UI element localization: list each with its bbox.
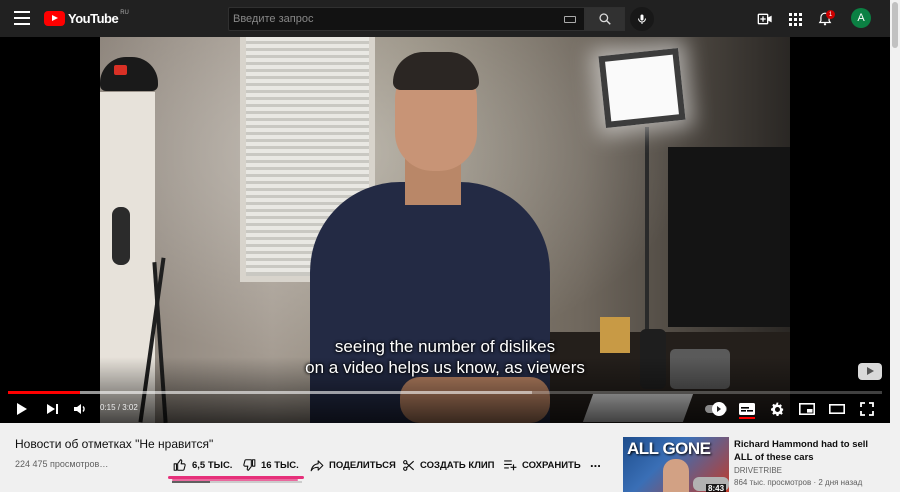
search-button[interactable] <box>585 7 625 31</box>
autoplay-knob[interactable] <box>712 402 726 416</box>
studio-mic-image <box>112 207 130 265</box>
caption-line-1: seeing the number of dislikes <box>334 337 556 356</box>
youtube-play-icon <box>44 11 65 26</box>
miniplayer-icon[interactable] <box>798 400 816 418</box>
recommendation-channel[interactable]: DRIVETRIBE <box>734 466 782 475</box>
keyboard-icon[interactable] <box>564 16 576 23</box>
theater-mode-icon[interactable] <box>828 400 846 418</box>
time-display: 0:15 / 3:02 <box>100 403 138 412</box>
sentiment-bar <box>172 481 302 483</box>
scrollbar-thumb[interactable] <box>892 2 898 48</box>
avatar[interactable]: A <box>851 8 871 28</box>
like-button[interactable]: 6,5 ТЫС. <box>173 456 232 474</box>
cap-logo-icon <box>114 65 127 75</box>
clip-button[interactable]: СОЗДАТЬ КЛИП <box>402 456 495 474</box>
mic-icon <box>638 14 646 24</box>
dislike-button[interactable]: 16 ТЫС. <box>242 456 299 474</box>
recommendation-duration: 8:43 <box>706 484 727 492</box>
search-input[interactable] <box>233 13 553 25</box>
annotation-underline-stroke <box>172 479 298 481</box>
thumbs-up-icon <box>173 459 186 471</box>
view-count[interactable]: 224 475 просмотров… <box>15 459 108 469</box>
more-actions-button[interactable]: ... <box>590 453 601 471</box>
share-label: ПОДЕЛИТЬСЯ <box>329 459 396 471</box>
recommendation-title[interactable]: Richard Hammond had to sell ALL of these… <box>734 438 874 464</box>
scissors-icon <box>403 459 415 471</box>
video-title: Новости об отметках "Не нравится" <box>15 437 214 451</box>
apps-grid-icon[interactable] <box>786 10 804 28</box>
recommendation-meta: 864 тыс. просмотров · 2 дня назад <box>734 478 863 487</box>
playlist-add-icon <box>504 460 517 471</box>
monitor-image <box>668 147 790 327</box>
logo-region: RU <box>120 9 129 16</box>
hamburger-icon[interactable] <box>14 11 30 25</box>
thumbnail-person <box>663 459 689 492</box>
logo-text: YouTube <box>68 11 119 26</box>
save-label: СОХРАНИТЬ <box>522 459 581 471</box>
presenter-hair <box>393 52 479 90</box>
share-button[interactable]: ПОДЕЛИТЬСЯ <box>310 456 396 474</box>
share-arrow-icon <box>310 459 324 471</box>
search-box[interactable] <box>228 7 585 31</box>
search-icon <box>599 13 611 25</box>
youtube-logo[interactable]: YouTube RU <box>44 9 129 26</box>
volume-icon[interactable] <box>71 400 89 418</box>
played-bar <box>8 391 80 394</box>
settings-gear-icon[interactable] <box>768 400 786 418</box>
caption-line-2: on a video helps us know, as viewers <box>305 358 585 377</box>
save-button[interactable]: СОХРАНИТЬ <box>503 456 581 474</box>
next-icon[interactable] <box>43 400 61 418</box>
video-player[interactable]: seeing the number of dislikes on a video… <box>0 37 890 423</box>
page-scrollbar[interactable] <box>890 0 900 492</box>
subtitles-active-indicator <box>739 417 755 419</box>
subtitles-icon[interactable] <box>738 400 756 419</box>
progress-bar[interactable] <box>8 391 882 394</box>
thumbnail-text: ALL GONE <box>627 439 711 458</box>
sentiment-like-fill <box>172 481 210 483</box>
voice-search-button[interactable] <box>630 7 654 31</box>
player-controls: 0:15 / 3:02 <box>0 395 890 423</box>
lamp-stand-image <box>645 127 649 357</box>
like-count: 6,5 ТЫС. <box>192 459 233 471</box>
buffered-bar <box>8 391 533 394</box>
masthead: YouTube RU 1 A <box>0 0 890 37</box>
more-icon: ... <box>590 454 601 470</box>
play-icon[interactable] <box>13 400 31 418</box>
thumbs-down-icon <box>243 459 256 471</box>
clip-label: СОЗДАТЬ КЛИП <box>420 459 495 471</box>
fullscreen-icon[interactable] <box>858 400 876 418</box>
studio-lamp-image <box>598 48 686 128</box>
dislike-count: 16 ТЫС. <box>261 459 299 471</box>
create-video-icon[interactable] <box>756 10 774 28</box>
youtube-watermark-icon[interactable] <box>858 363 882 380</box>
notification-badge: 1 <box>826 10 835 19</box>
